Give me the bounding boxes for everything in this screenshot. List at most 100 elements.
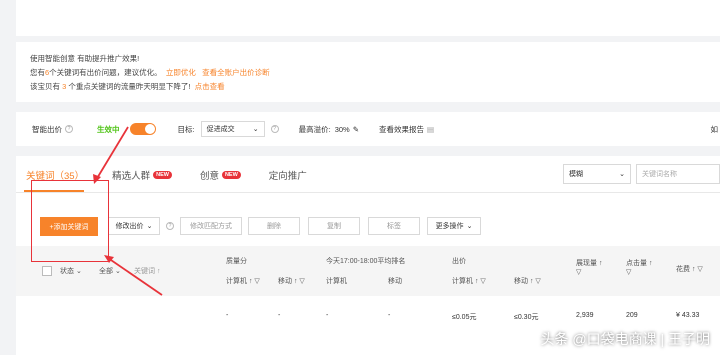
- top-panel: [16, 0, 720, 36]
- click-view-link[interactable]: 点击查看: [195, 82, 225, 91]
- button-label: 标签: [387, 223, 401, 230]
- quality-mobile-column[interactable]: 移动 ↑ ▽: [278, 276, 305, 286]
- column-label: 计算机: [326, 278, 347, 285]
- modify-match-button[interactable]: 修改匹配方式: [180, 217, 242, 235]
- status-filter[interactable]: 状态 ⌄: [60, 266, 82, 276]
- impressions-value: 2,939: [576, 312, 594, 319]
- column-label: 展现量: [576, 260, 597, 267]
- chevron-down-icon: ⌄: [466, 223, 473, 230]
- button-label: 更多操作: [435, 223, 464, 230]
- column-label: 今天17:00-18:00平均排名: [326, 258, 406, 265]
- quality-mobile-value: -: [278, 312, 281, 319]
- modify-bid-button[interactable]: 修改出价 ⌄: [108, 217, 160, 235]
- spend-value: ¥ 43.33: [676, 312, 700, 319]
- tab-selected-crowd[interactable]: 精选人群 NEW: [112, 168, 172, 182]
- smart-bid-bar: 智能出价 ? 生效中 目标: 促进成交 ⌄ ? 最高溢价: 30% ✎ 查看效果…: [16, 112, 720, 146]
- ranking-pc-column: 计算机: [326, 276, 347, 286]
- ranking-mobile-value: -: [388, 312, 391, 319]
- chevron-down-icon: ⌄: [252, 126, 259, 133]
- impressions-column[interactable]: 展现量 ↑ ▽: [576, 258, 602, 276]
- more-actions-button[interactable]: 更多操作 ⌄: [427, 217, 481, 235]
- target-label: 目标:: [177, 124, 195, 134]
- smart-bid-toggle[interactable]: [129, 123, 156, 135]
- keyword-column[interactable]: 关键词 ↑: [134, 266, 160, 276]
- tab-label: 创意: [199, 171, 219, 182]
- spend-column[interactable]: 花费 ↑ ▽: [676, 264, 703, 274]
- report-icon: ▤: [427, 124, 435, 134]
- match-type-select[interactable]: 模糊 ⌄: [563, 164, 631, 184]
- tip-text: 个重点关键词的流量昨天明显下降了!: [68, 82, 191, 91]
- optimize-now-link[interactable]: 立即优化: [166, 68, 196, 77]
- column-label: 计算机: [226, 278, 247, 285]
- bid-mobile-column[interactable]: 移动 ↑ ▽: [514, 276, 541, 286]
- all-filter[interactable]: 全部 ⌄: [99, 266, 121, 276]
- ranking-pc-value: -: [326, 312, 329, 319]
- search-placeholder: 关键词名称: [642, 171, 677, 178]
- column-label: 出价: [452, 258, 466, 265]
- target-select[interactable]: 促进成交 ⌄: [200, 121, 265, 137]
- delete-button[interactable]: 删除: [248, 217, 300, 235]
- tip-line-3: 该宝贝有 3 个重点关键词的流量昨天明显下降了! 点击查看: [30, 80, 720, 94]
- status-label: 生效中: [97, 124, 120, 134]
- tip-text: 个关键词有出价问题，建议优化。: [49, 68, 162, 77]
- quality-score-header: 质量分: [226, 256, 247, 266]
- ranking-mobile-column: 移动: [388, 276, 402, 286]
- view-report-link[interactable]: 查看效果报告: [379, 124, 424, 135]
- max-premium-label: 最高溢价:: [298, 124, 331, 134]
- tab-targeted-promotion[interactable]: 定向推广: [269, 168, 307, 182]
- smart-bid-label: 智能出价: [32, 124, 62, 134]
- tip-text: 您有: [30, 68, 45, 77]
- new-badge: NEW: [221, 171, 241, 179]
- bid-mobile-value[interactable]: ≤0.30元: [514, 312, 538, 322]
- column-label: 状态: [60, 268, 74, 275]
- copy-button[interactable]: 复制: [308, 217, 360, 235]
- tab-creative[interactable]: 创意 NEW: [200, 168, 241, 182]
- clicks-column[interactable]: 点击量 ↑ ▽: [626, 258, 652, 276]
- keyword-count: 3: [62, 82, 67, 91]
- button-label: 修改出价: [115, 223, 144, 230]
- quality-pc-column[interactable]: 计算机 ↑ ▽: [226, 276, 260, 286]
- quality-pc-value: -: [226, 312, 229, 319]
- bid-pc-column[interactable]: 计算机 ↑ ▽: [452, 276, 486, 286]
- edit-icon[interactable]: ✎: [353, 125, 359, 134]
- chevron-down-icon: ⌄: [619, 171, 625, 178]
- select-all-checkbox[interactable]: [42, 266, 52, 276]
- help-icon[interactable]: ?: [270, 125, 279, 133]
- column-label: 全部: [99, 268, 113, 275]
- tab-label: 精选人群: [112, 171, 151, 182]
- tips-panel: 使用智能创意 有助提升推广效果! 您有6个关键词有出价问题，建议优化。 立即优化…: [16, 42, 720, 102]
- clicks-value: 209: [626, 312, 638, 319]
- help-icon[interactable]: ?: [166, 222, 174, 230]
- table-header: 状态 ⌄ 全部 ⌄ 关键词 ↑ 质量分 计算机 ↑ ▽ 移动 ↑ ▽ 今天17:…: [16, 246, 720, 296]
- keyword-search-input[interactable]: 关键词名称: [636, 164, 720, 184]
- target-value: 促进成交: [206, 126, 235, 133]
- column-label: 移动: [388, 278, 402, 285]
- ranking-header: 今天17:00-18:00平均排名: [326, 256, 405, 266]
- column-label: 计算机: [452, 278, 473, 285]
- tab-label: 定向推广: [268, 171, 307, 182]
- column-label: 质量分: [226, 258, 247, 265]
- tip-line-2: 您有6个关键词有出价问题，建议优化。 立即优化 查看全账户出价诊断: [30, 66, 720, 80]
- bid-header: 出价: [452, 256, 466, 266]
- column-label: 关键词: [134, 268, 155, 275]
- watermark: 头条 @口袋电商课 | 王子明: [540, 331, 710, 347]
- view-bid-diagnosis-link[interactable]: 查看全账户出价诊断: [202, 68, 270, 77]
- button-label: 删除: [267, 223, 281, 230]
- column-label: 点击量: [626, 260, 647, 267]
- max-premium-value: 30%: [334, 124, 350, 134]
- match-type-value: 模糊: [569, 171, 583, 178]
- column-label: 移动: [514, 278, 528, 285]
- tip-text: 该宝贝有: [30, 82, 60, 91]
- tip-text: 使用智能创意 有助提升推广效果!: [30, 54, 140, 63]
- button-label: 修改匹配方式: [190, 223, 232, 230]
- tip-line-1: 使用智能创意 有助提升推广效果!: [30, 52, 720, 66]
- cut-off-text: 如: [710, 124, 719, 134]
- button-label: 复制: [327, 223, 341, 230]
- column-label: 花费: [676, 266, 690, 273]
- bid-pc-value[interactable]: ≤0.05元: [452, 312, 476, 322]
- tab-divider: [16, 192, 720, 193]
- help-icon[interactable]: ?: [65, 125, 73, 133]
- tag-button[interactable]: 标签: [368, 217, 420, 235]
- annotation-highlight-box: [31, 180, 109, 262]
- new-badge: NEW: [153, 171, 172, 179]
